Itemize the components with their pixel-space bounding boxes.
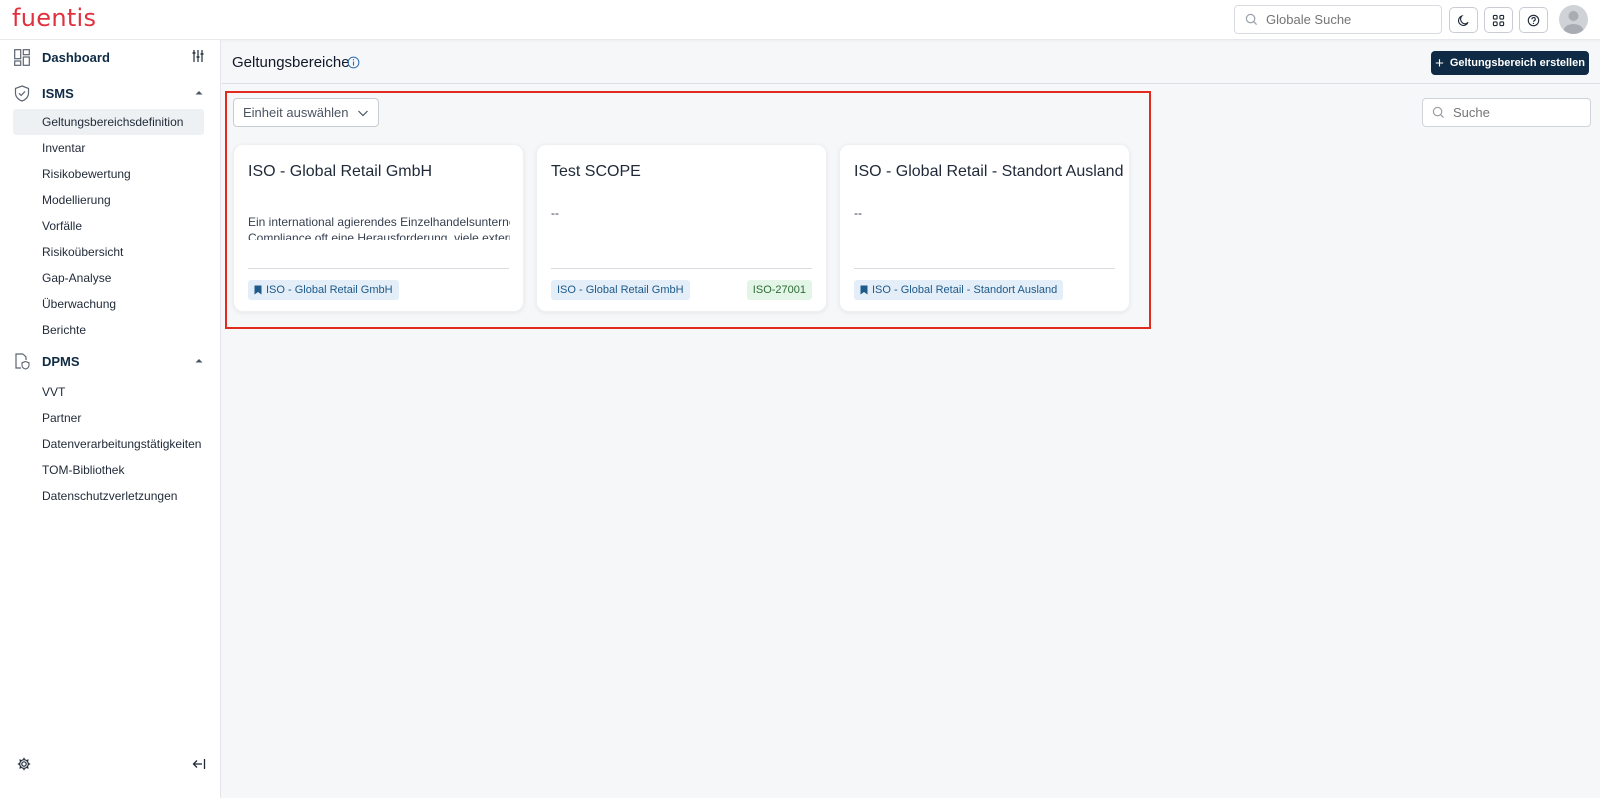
sidebar-item-tom-bibliothek[interactable]: TOM-Bibliothek xyxy=(13,457,204,483)
create-scope-label: Geltungsbereich erstellen xyxy=(1449,57,1585,69)
scope-card[interactable]: Test SCOPE -- ISO - Global Retail GmbH I… xyxy=(536,144,827,312)
scope-search-input[interactable] xyxy=(1453,105,1583,120)
card-divider xyxy=(551,268,812,269)
scope-card[interactable]: ISO - Global Retail - Standort Ausland -… xyxy=(839,144,1130,312)
page-info-button[interactable] xyxy=(347,56,360,74)
page-header: Geltungsbereiche + Geltungsbereich erste… xyxy=(222,40,1600,84)
sidebar-item-modellierung[interactable]: Modellierung xyxy=(13,187,204,213)
unit-tag[interactable]: ISO - Global Retail - Standort Ausland xyxy=(854,280,1064,300)
apps-grid-icon xyxy=(1492,14,1505,26)
dashboard-icon xyxy=(14,48,30,66)
sliders-icon xyxy=(192,50,204,62)
unit-tag[interactable]: ISO - Global Retail GmbH xyxy=(551,280,690,300)
sidebar-item-inventar[interactable]: Inventar xyxy=(13,135,204,161)
sidebar-item-geltungsbereichsdefinition[interactable]: Geltungsbereichsdefinition xyxy=(13,109,204,135)
collapse-dpms-button[interactable] xyxy=(194,353,204,371)
card-description: -- xyxy=(551,206,559,220)
sidebar-item-label: Dashboard xyxy=(42,49,110,65)
sidebar-section-isms[interactable]: ISMS xyxy=(14,81,204,105)
collapse-left-icon xyxy=(192,759,206,769)
section-label: DPMS xyxy=(42,353,80,369)
app-logo[interactable]: fuentis xyxy=(12,4,96,32)
sidebar-item-berichte[interactable]: Berichte xyxy=(13,317,204,343)
create-scope-button[interactable]: + Geltungsbereich erstellen xyxy=(1431,51,1589,75)
card-description: -- xyxy=(854,206,862,220)
settings-button[interactable] xyxy=(17,757,31,776)
card-title: ISO - Global Retail - Standort Ausland xyxy=(854,163,1124,180)
card-description: Ein international agierendes Einzelhande… xyxy=(248,214,510,240)
document-shield-icon xyxy=(15,352,30,370)
unit-tag-label: ISO - Global Retail GmbH xyxy=(266,284,393,296)
sidebar-section-dpms[interactable]: DPMS xyxy=(14,349,204,373)
card-divider xyxy=(248,268,509,269)
unit-tag-label: ISO - Global Retail - Standort Ausland xyxy=(872,284,1058,296)
card-divider xyxy=(854,268,1115,269)
dark-mode-button[interactable] xyxy=(1449,7,1478,33)
plus-icon: + xyxy=(1435,54,1444,72)
sidebar-item-ueberwachung[interactable]: Überwachung xyxy=(13,291,204,317)
apps-button[interactable] xyxy=(1484,7,1513,33)
sidebar-item-risikouebersicht[interactable]: Risikoübersicht xyxy=(13,239,204,265)
card-title: Test SCOPE xyxy=(551,163,641,180)
gear-icon xyxy=(17,757,31,771)
standard-tag[interactable]: ISO-27001 xyxy=(746,280,812,300)
moon-icon xyxy=(1458,14,1469,26)
scope-search[interactable] xyxy=(1422,98,1591,127)
sidebar-item-vorfaelle[interactable]: Vorfälle xyxy=(13,213,204,239)
global-search-input[interactable] xyxy=(1266,12,1426,27)
help-icon xyxy=(1527,14,1540,26)
info-icon xyxy=(347,56,360,69)
card-title: ISO - Global Retail GmbH xyxy=(248,163,433,180)
shield-check-icon xyxy=(14,84,30,102)
card-description-line: Compliance oft eine Herausforderung, vie… xyxy=(248,231,510,240)
sidebar-item-datenschutzverletzungen[interactable]: Datenschutzverletzungen xyxy=(13,483,204,509)
scope-card[interactable]: ISO - Global Retail GmbH Ein internation… xyxy=(233,144,524,312)
caret-up-icon xyxy=(195,91,203,95)
bookmark-icon xyxy=(860,285,868,295)
collapse-sidebar-button[interactable] xyxy=(192,757,206,776)
user-avatar[interactable] xyxy=(1559,5,1588,34)
sidebar-item-dashboard[interactable]: Dashboard xyxy=(14,45,204,69)
sidebar-item-vvt[interactable]: VVT xyxy=(13,379,204,405)
global-search[interactable] xyxy=(1234,5,1442,34)
sidebar: Dashboard ISMS Geltungsbereichsdefinitio… xyxy=(0,40,221,798)
sidebar-item-datenverarbeitungstaetigkeiten[interactable]: Datenverarbeitungstätigkeiten xyxy=(13,431,204,457)
bookmark-icon xyxy=(254,285,262,295)
caret-up-icon xyxy=(195,359,203,363)
sidebar-item-risikobewertung[interactable]: Risikobewertung xyxy=(13,161,204,187)
sidebar-item-gap-analyse[interactable]: Gap-Analyse xyxy=(13,265,204,291)
sidebar-item-partner[interactable]: Partner xyxy=(13,405,204,431)
collapse-isms-button[interactable] xyxy=(194,85,204,103)
customize-button[interactable] xyxy=(192,49,204,68)
section-label: ISMS xyxy=(42,85,74,101)
card-description-line: Ein international agierendes Einzelhande… xyxy=(248,215,510,229)
page-title: Geltungsbereiche xyxy=(232,54,350,71)
help-button[interactable] xyxy=(1519,7,1548,33)
unit-tag[interactable]: ISO - Global Retail GmbH xyxy=(248,280,399,300)
search-icon xyxy=(1245,13,1258,26)
search-icon xyxy=(1432,106,1445,119)
user-icon xyxy=(1563,11,1584,34)
top-bar: fuentis xyxy=(0,0,1600,40)
